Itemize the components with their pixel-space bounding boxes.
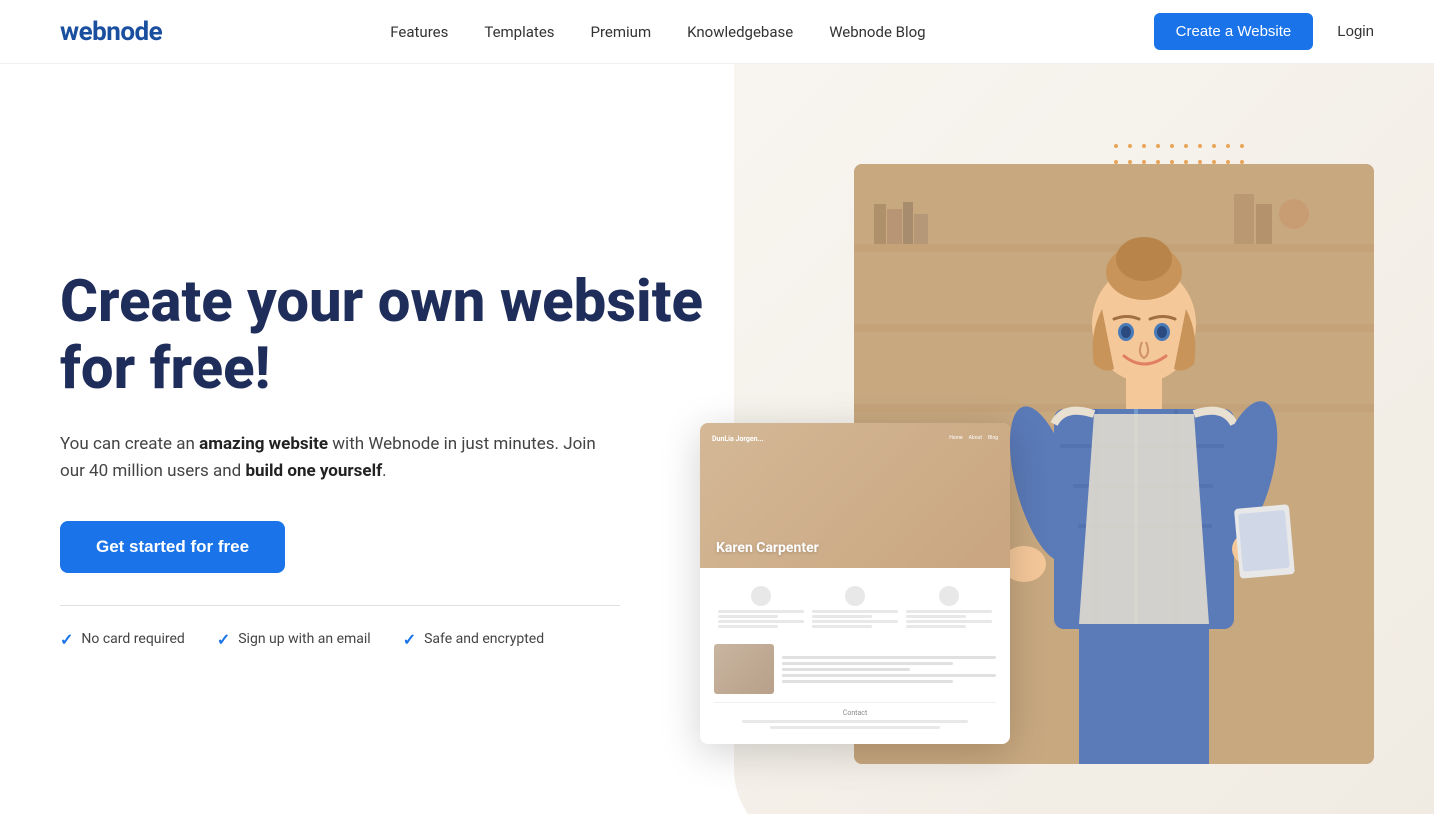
mockup-icon-circle-2 xyxy=(845,586,865,606)
subtitle-text-end: . xyxy=(382,461,386,481)
trust-label-2: Sign up with an email xyxy=(238,631,370,647)
mockup-line-short-3 xyxy=(812,615,872,618)
mockup-icon-1 xyxy=(714,580,808,634)
trust-item-encrypted: ✓ Safe and encrypted xyxy=(403,630,544,649)
mockup-line-6 xyxy=(906,620,992,623)
mockup-icon-circle-1 xyxy=(751,586,771,606)
mockup-line-2 xyxy=(718,620,804,623)
mockup-thumbnail xyxy=(714,644,774,694)
dot-decoration xyxy=(1212,144,1216,148)
mockup-icons-row xyxy=(714,580,996,634)
dot-decoration xyxy=(1198,144,1202,148)
dot-decoration xyxy=(1240,144,1244,148)
mockup-text-line-4 xyxy=(782,674,996,677)
check-icon-3: ✓ xyxy=(403,630,416,649)
mockup-text-line-5 xyxy=(782,680,953,683)
mockup-text-line-2 xyxy=(782,662,953,665)
mockup-icon-2 xyxy=(808,580,902,634)
mockup-nav-item-1: Home xyxy=(949,435,962,443)
divider xyxy=(60,605,620,606)
hero-title: Create your own website for free! xyxy=(60,269,740,402)
trust-label-1: No card required xyxy=(81,631,184,647)
mockup-line-short-5 xyxy=(906,615,966,618)
check-icon-1: ✓ xyxy=(60,630,73,649)
mockup-logo: DunLia Jorgen... xyxy=(712,435,764,443)
trust-item-email: ✓ Sign up with an email xyxy=(217,630,371,649)
main-nav: Features Templates Premium Knowledgebase… xyxy=(390,23,925,41)
trust-badges: ✓ No card required ✓ Sign up with an ema… xyxy=(60,630,740,649)
mockup-icon-lines-2 xyxy=(812,610,898,628)
dot-decoration xyxy=(1128,144,1132,148)
create-website-button[interactable]: Create a Website xyxy=(1154,13,1314,50)
mockup-nav-item-3: Blog xyxy=(988,435,998,443)
dot-decoration xyxy=(1170,144,1174,148)
hero-right: DunLia Jorgen... Home About Blog Karen C… xyxy=(740,124,1374,774)
nav-features[interactable]: Features xyxy=(390,23,448,41)
subtitle-bold-1: amazing website xyxy=(199,434,328,454)
dot-decoration xyxy=(1184,144,1188,148)
website-mockup-card: DunLia Jorgen... Home About Blog Karen C… xyxy=(700,423,1010,744)
mockup-header: DunLia Jorgen... Home About Blog Karen C… xyxy=(700,423,1010,568)
mockup-icon-lines-3 xyxy=(906,610,992,628)
header: webnode Features Templates Premium Knowl… xyxy=(0,0,1434,64)
hero-subtitle: You can create an amazing website with W… xyxy=(60,431,620,485)
mockup-line xyxy=(718,610,804,613)
dot-decoration xyxy=(1114,144,1118,148)
subtitle-bold-2: build one yourself xyxy=(245,461,382,481)
mockup-line-4 xyxy=(812,620,898,623)
mockup-text-line-3 xyxy=(782,668,910,671)
nav-blog[interactable]: Webnode Blog xyxy=(829,23,925,41)
mockup-text-line-1 xyxy=(782,656,996,659)
mockup-contact-line-1 xyxy=(742,720,968,723)
mockup-line-short-2 xyxy=(718,625,778,628)
mockup-contact-line-2 xyxy=(770,726,939,729)
mockup-nav-items: Home About Blog xyxy=(949,435,998,443)
mockup-line-short-4 xyxy=(812,625,872,628)
nav-knowledgebase[interactable]: Knowledgebase xyxy=(687,23,793,41)
mockup-content-row xyxy=(714,644,996,694)
mockup-line-5 xyxy=(906,610,992,613)
mockup-nav-item-2: About xyxy=(969,435,982,443)
dot-decoration xyxy=(1156,144,1160,148)
hero-section: Create your own website for free! You ca… xyxy=(0,64,1434,814)
dot-decoration xyxy=(1226,144,1230,148)
trust-item-no-card: ✓ No card required xyxy=(60,630,185,649)
dot-decoration xyxy=(1142,144,1146,148)
mockup-line-short-6 xyxy=(906,625,966,628)
mockup-person-name: Karen Carpenter xyxy=(716,540,819,556)
nav-premium[interactable]: Premium xyxy=(591,23,652,41)
mockup-contact-section: Contact xyxy=(714,702,996,729)
logo: webnode xyxy=(60,17,162,47)
mockup-contact-label: Contact xyxy=(714,709,996,717)
get-started-button[interactable]: Get started for free xyxy=(60,521,285,573)
check-icon-2: ✓ xyxy=(217,630,230,649)
mockup-text-lines xyxy=(782,644,996,694)
subtitle-text-before: You can create an xyxy=(60,434,199,454)
mockup-nav: DunLia Jorgen... Home About Blog xyxy=(700,431,1010,447)
mockup-line-3 xyxy=(812,610,898,613)
login-button[interactable]: Login xyxy=(1337,23,1374,40)
mockup-icon-lines-1 xyxy=(718,610,804,628)
mockup-body: Contact xyxy=(700,568,1010,744)
nav-templates[interactable]: Templates xyxy=(484,23,554,41)
mockup-line-short xyxy=(718,615,778,618)
trust-label-3: Safe and encrypted xyxy=(424,631,544,647)
mockup-icon-3 xyxy=(902,580,996,634)
header-actions: Create a Website Login xyxy=(1154,13,1374,50)
hero-left: Create your own website for free! You ca… xyxy=(60,249,740,649)
mockup-icon-circle-3 xyxy=(939,586,959,606)
